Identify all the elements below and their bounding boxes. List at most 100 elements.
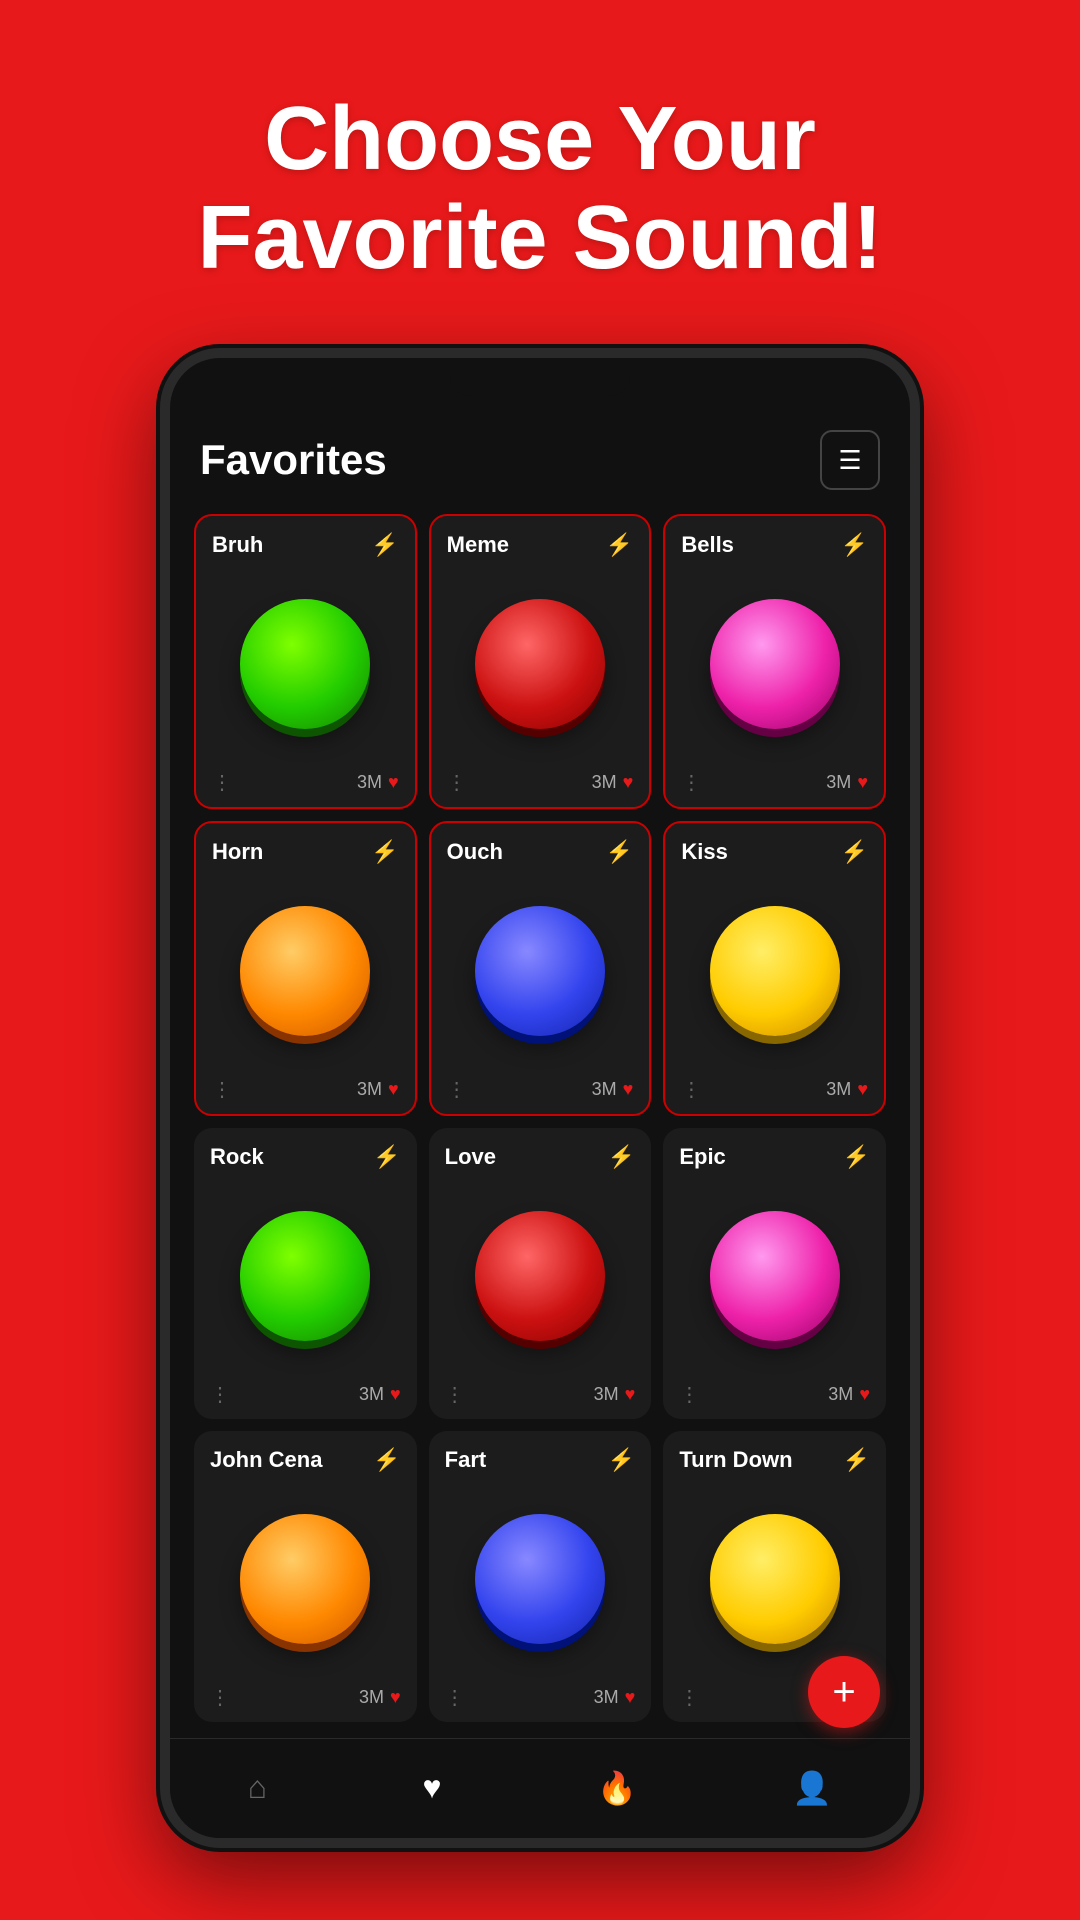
more-options-icon[interactable]: ⋮: [445, 1382, 465, 1407]
sound-card-bells[interactable]: Bells ⚡ ⋮ 3M ♥: [663, 514, 886, 809]
play-count: 3M: [359, 1384, 384, 1405]
lightning-icon: ⚡: [606, 532, 633, 558]
sound-name: Turn Down: [679, 1447, 792, 1473]
phone-frame: Favorites ☰ Bruh ⚡ ⋮ 3M ♥ Meme ⚡: [160, 348, 920, 1848]
plus-icon: +: [832, 1670, 855, 1715]
card-header: John Cena ⚡: [210, 1447, 401, 1473]
sound-grid: Bruh ⚡ ⋮ 3M ♥ Meme ⚡ ⋮ 3M ♥: [170, 506, 910, 1738]
sound-name: Rock: [210, 1144, 264, 1170]
sound-button-meme[interactable]: [475, 599, 605, 729]
more-options-icon[interactable]: ⋮: [681, 770, 701, 795]
hero-section: Choose Your Favorite Sound!: [197, 90, 882, 288]
more-options-icon[interactable]: ⋮: [212, 770, 232, 795]
nav-profile[interactable]: 👤: [792, 1769, 832, 1809]
sound-button-ouch[interactable]: [475, 906, 605, 1036]
sound-button-love[interactable]: [475, 1211, 605, 1341]
add-sound-fab[interactable]: +: [808, 1656, 880, 1728]
lightning-icon: ⚡: [608, 1447, 635, 1473]
card-footer: ⋮ 3M ♥: [447, 770, 634, 795]
favorite-icon[interactable]: ♥: [857, 772, 868, 793]
card-footer: ⋮ 3M ♥: [445, 1685, 636, 1710]
sound-card-rock[interactable]: Rock ⚡ ⋮ 3M ♥: [194, 1128, 417, 1419]
lightning-icon: ⚡: [373, 1144, 400, 1170]
button-wrap: [445, 1483, 636, 1675]
more-options-icon[interactable]: ⋮: [212, 1077, 232, 1102]
play-count: 3M: [826, 772, 851, 793]
sound-button-epic[interactable]: [710, 1211, 840, 1341]
favorite-icon[interactable]: ♥: [625, 1384, 636, 1405]
favorite-icon[interactable]: ♥: [388, 772, 399, 793]
sound-name: Epic: [679, 1144, 725, 1170]
play-stats: 3M ♥: [826, 772, 868, 793]
lightning-icon: ⚡: [843, 1447, 870, 1473]
sound-card-epic[interactable]: Epic ⚡ ⋮ 3M ♥: [663, 1128, 886, 1419]
sound-card-meme[interactable]: Meme ⚡ ⋮ 3M ♥: [429, 514, 652, 809]
card-header: Epic ⚡: [679, 1144, 870, 1170]
card-footer: ⋮ 3M ♥: [212, 770, 399, 795]
favorite-icon[interactable]: ♥: [859, 1384, 870, 1405]
fire-icon: 🔥: [597, 1769, 637, 1807]
sound-card-fart[interactable]: Fart ⚡ ⋮ 3M ♥: [429, 1431, 652, 1722]
nav-home[interactable]: ⌂: [248, 1769, 267, 1808]
play-count: 3M: [357, 772, 382, 793]
lightning-icon: ⚡: [841, 839, 868, 865]
button-wrap: [445, 1180, 636, 1372]
card-header: Bells ⚡: [681, 532, 868, 558]
favorite-icon[interactable]: ♥: [857, 1079, 868, 1100]
card-footer: ⋮ 3M ♥: [210, 1685, 401, 1710]
filter-button[interactable]: ☰: [820, 430, 880, 490]
app-content: Favorites ☰ Bruh ⚡ ⋮ 3M ♥ Meme ⚡: [170, 406, 910, 1838]
sound-name: Love: [445, 1144, 496, 1170]
card-header: Rock ⚡: [210, 1144, 401, 1170]
more-options-icon[interactable]: ⋮: [679, 1382, 699, 1407]
sound-button-turn-down[interactable]: [710, 1514, 840, 1644]
vol-down-button: [160, 618, 164, 698]
play-count: 3M: [594, 1384, 619, 1405]
sound-button-john-cena[interactable]: [240, 1514, 370, 1644]
card-footer: ⋮ 3M ♥: [681, 770, 868, 795]
more-options-icon[interactable]: ⋮: [210, 1685, 230, 1710]
favorite-icon[interactable]: ♥: [390, 1384, 401, 1405]
sound-name: Bells: [681, 532, 734, 558]
sound-card-horn[interactable]: Horn ⚡ ⋮ 3M ♥: [194, 821, 417, 1116]
lightning-icon: ⚡: [843, 1144, 870, 1170]
sound-card-love[interactable]: Love ⚡ ⋮ 3M ♥: [429, 1128, 652, 1419]
sound-name: Horn: [212, 839, 263, 865]
play-count: 3M: [826, 1079, 851, 1100]
nav-favorites[interactable]: ♥: [423, 1769, 442, 1808]
sound-button-bruh[interactable]: [240, 599, 370, 729]
sound-button-fart[interactable]: [475, 1514, 605, 1644]
play-stats: 3M ♥: [357, 772, 399, 793]
more-options-icon[interactable]: ⋮: [447, 1077, 467, 1102]
sound-card-ouch[interactable]: Ouch ⚡ ⋮ 3M ♥: [429, 821, 652, 1116]
favorite-icon[interactable]: ♥: [388, 1079, 399, 1100]
sound-card-john-cena[interactable]: John Cena ⚡ ⋮ 3M ♥: [194, 1431, 417, 1722]
card-footer: ⋮ 3M ♥: [679, 1382, 870, 1407]
play-stats: 3M ♥: [357, 1079, 399, 1100]
sound-card-kiss[interactable]: Kiss ⚡ ⋮ 3M ♥: [663, 821, 886, 1116]
sound-name: Ouch: [447, 839, 503, 865]
button-wrap: [681, 875, 868, 1067]
card-header: Turn Down ⚡: [679, 1447, 870, 1473]
play-count: 3M: [592, 1079, 617, 1100]
play-stats: 3M ♥: [594, 1384, 636, 1405]
more-options-icon[interactable]: ⋮: [681, 1077, 701, 1102]
sound-card-bruh[interactable]: Bruh ⚡ ⋮ 3M ♥: [194, 514, 417, 809]
sound-button-horn[interactable]: [240, 906, 370, 1036]
nav-trending[interactable]: 🔥: [597, 1769, 637, 1809]
sound-button-kiss[interactable]: [710, 906, 840, 1036]
favorite-icon[interactable]: ♥: [623, 772, 634, 793]
favorite-icon[interactable]: ♥: [390, 1687, 401, 1708]
sound-button-rock[interactable]: [240, 1211, 370, 1341]
more-options-icon[interactable]: ⋮: [447, 770, 467, 795]
sound-button-bells[interactable]: [710, 599, 840, 729]
more-options-icon[interactable]: ⋮: [679, 1685, 699, 1710]
more-options-icon[interactable]: ⋮: [210, 1382, 230, 1407]
play-count: 3M: [592, 772, 617, 793]
hero-title: Choose Your Favorite Sound!: [197, 90, 882, 288]
favorite-icon[interactable]: ♥: [625, 1687, 636, 1708]
favorite-icon[interactable]: ♥: [623, 1079, 634, 1100]
hero-line2: Favorite Sound!: [197, 188, 882, 288]
more-options-icon[interactable]: ⋮: [445, 1685, 465, 1710]
play-stats: 3M ♥: [359, 1687, 401, 1708]
